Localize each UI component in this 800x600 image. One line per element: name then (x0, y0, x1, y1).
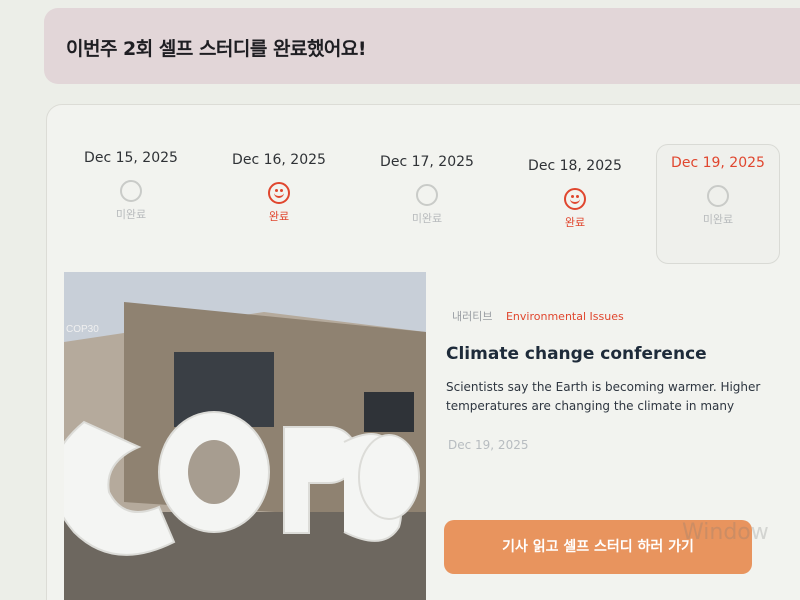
article-date: Dec 19, 2025 (448, 438, 529, 452)
status-icon (707, 185, 729, 207)
article-thumbnail[interactable]: COP30 (64, 272, 426, 600)
day-date: Dec 16, 2025 (232, 152, 326, 168)
day-item[interactable]: Dec 16, 2025 완료 (214, 142, 344, 262)
day-item[interactable]: Dec 17, 2025 미완료 (362, 144, 492, 264)
topic-tag: Environmental Issues (505, 310, 624, 323)
status-icon (120, 180, 142, 202)
smile-icon (564, 188, 586, 210)
category-tag: 내러티브 (452, 310, 493, 323)
day-date: Dec 18, 2025 (528, 158, 622, 174)
day-status: 완료 (564, 216, 586, 229)
article-tags: 내러티브 Environmental Issues (452, 308, 624, 324)
day-status: 완료 (268, 210, 290, 223)
day-item[interactable]: Dec 18, 2025 완료 (510, 148, 640, 268)
day-status: 미완료 (115, 208, 147, 221)
day-status: 미완료 (411, 212, 443, 225)
day-date: Dec 17, 2025 (380, 154, 474, 170)
day-status: 미완료 (702, 213, 734, 226)
image-caption: COP30 (66, 324, 99, 335)
article-description: Scientists say the Earth is becoming war… (446, 380, 761, 413)
smile-icon (268, 182, 290, 204)
day-date: Dec 15, 2025 (84, 150, 178, 166)
activate-windows-watermark: Window (682, 520, 769, 545)
status-icon (416, 184, 438, 206)
day-date: Dec 19, 2025 (671, 155, 765, 171)
day-item[interactable]: Dec 15, 2025 미완료 (66, 140, 196, 260)
banner-title: 이번주 2회 셀프 스터디를 완료했어요! (66, 38, 367, 60)
day-item-today[interactable]: Dec 19, 2025 미완료 (656, 144, 780, 264)
article-title[interactable]: Climate change conference (446, 344, 707, 364)
